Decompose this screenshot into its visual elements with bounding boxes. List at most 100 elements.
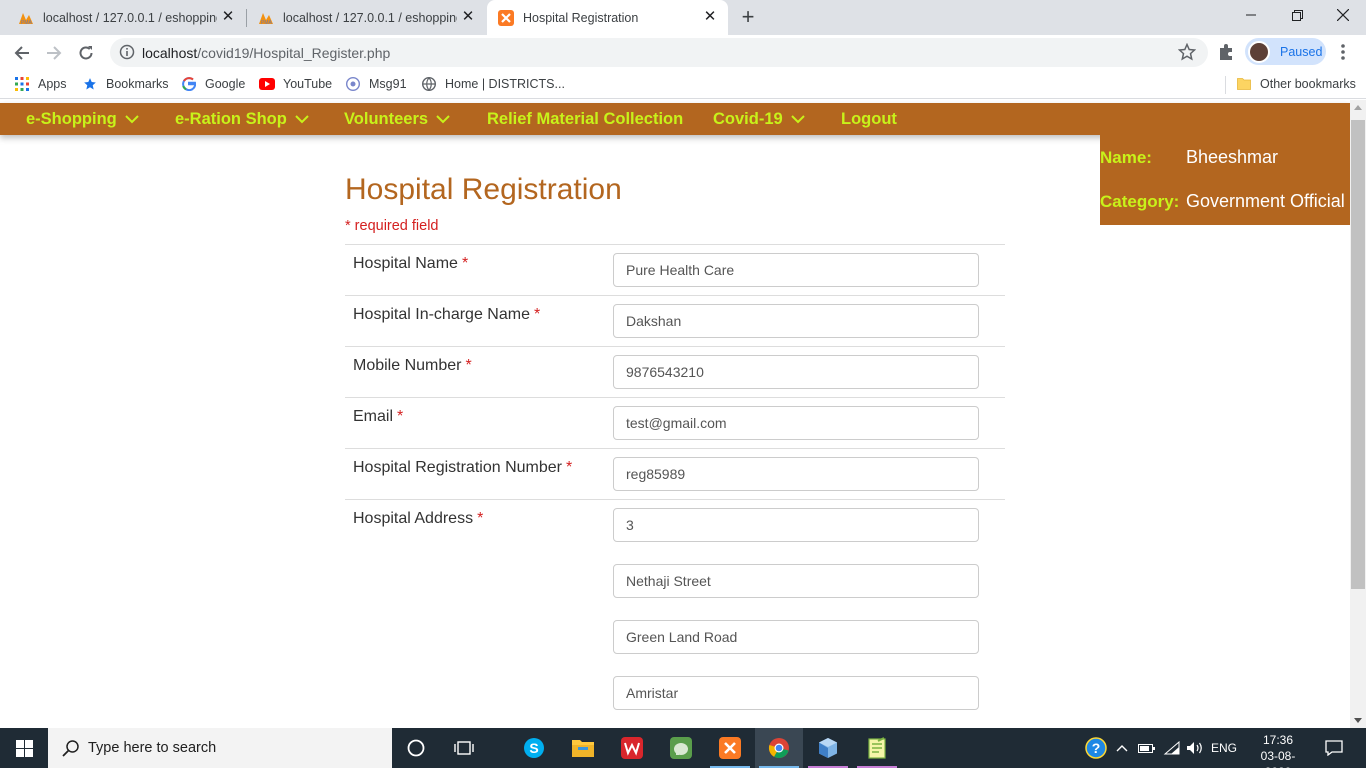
scroll-up-arrow-icon[interactable] xyxy=(1354,105,1362,110)
minimize-button[interactable] xyxy=(1228,0,1274,30)
volume-icon[interactable] xyxy=(1185,728,1205,768)
hospital-name-input[interactable] xyxy=(613,253,979,287)
restore-button[interactable] xyxy=(1274,0,1320,30)
skype-taskbar-button[interactable]: S xyxy=(510,728,558,768)
nav-label: Relief Material Collection xyxy=(487,110,684,128)
close-window-button[interactable] xyxy=(1320,0,1366,30)
new-tab-button[interactable]: + xyxy=(737,6,759,29)
system-clock[interactable]: 17:36 03-08-2020 xyxy=(1250,732,1306,768)
taskbar-search[interactable]: Type here to search xyxy=(48,728,392,768)
bookmark-msg91[interactable]: Msg91 xyxy=(345,76,407,92)
close-icon[interactable]: ✕ xyxy=(460,9,476,25)
svg-text:S: S xyxy=(529,740,538,756)
required-asterisk: * xyxy=(565,459,573,476)
incharge-name-input[interactable] xyxy=(613,304,979,338)
profile-status: Paused xyxy=(1280,44,1323,59)
bookmarks-divider xyxy=(1225,76,1226,94)
mobile-number-input[interactable] xyxy=(613,355,979,389)
more-menu-icon[interactable] xyxy=(1336,42,1350,62)
label-text: Hospital Address xyxy=(353,510,474,527)
info-icon[interactable] xyxy=(119,44,135,60)
apps-grid-icon xyxy=(14,76,30,92)
notepad-plus-taskbar-button[interactable] xyxy=(853,728,901,768)
task-view-button[interactable] xyxy=(440,728,488,768)
browser-toolbar: localhost/covid19/Hospital_Register.php xyxy=(0,35,1366,69)
tab-eshopping-1[interactable]: PMA localhost / 127.0.0.1 / eshopping ✕ xyxy=(0,0,246,35)
chrome-taskbar-button[interactable] xyxy=(755,728,803,768)
profile-button[interactable]: Paused xyxy=(1245,38,1326,65)
required-asterisk: * xyxy=(465,357,472,374)
address-line-3-input[interactable] xyxy=(613,620,979,654)
nav-volunteers[interactable]: Volunteers xyxy=(344,103,450,135)
other-bookmarks[interactable]: Other bookmarks xyxy=(1236,76,1356,92)
language-indicator[interactable]: ENG xyxy=(1208,728,1240,768)
nav-logout[interactable]: Logout xyxy=(841,103,897,135)
help-tray-icon[interactable]: ? xyxy=(1084,728,1108,768)
bookmark-youtube[interactable]: YouTube xyxy=(259,76,332,92)
registration-number-input[interactable] xyxy=(613,457,979,491)
tab-hospital-registration[interactable]: Hospital Registration ✕ xyxy=(487,0,728,35)
form-row-incharge-name: Hospital In-charge Name * xyxy=(345,295,1005,346)
globe-icon xyxy=(421,76,437,92)
start-button[interactable] xyxy=(0,728,48,768)
arrow-left-icon xyxy=(14,46,29,60)
url-path: /covid19/Hospital_Register.php xyxy=(197,45,391,61)
form-row-registration-number: Hospital Registration Number * xyxy=(345,448,1005,499)
tab-eshopping-2[interactable]: PMA localhost / 127.0.0.1 / eshopping ✕ xyxy=(240,0,486,35)
nav-e-shopping[interactable]: e-Shopping xyxy=(26,103,139,135)
bookmark-google[interactable]: Google xyxy=(181,76,245,92)
scrollbar-thumb[interactable] xyxy=(1351,120,1365,589)
chevron-down-icon xyxy=(790,115,805,124)
bookmark-districts[interactable]: Home | DISTRICTS... xyxy=(421,76,565,92)
chevron-down-icon xyxy=(295,115,309,124)
user-name-label: Name: xyxy=(1100,148,1152,167)
elephant-app-icon xyxy=(670,737,692,759)
address-line-1-input[interactable] xyxy=(613,508,979,542)
email-input[interactable] xyxy=(613,406,979,440)
label-text: Email xyxy=(353,408,394,425)
url-host: localhost xyxy=(142,45,198,61)
nav-covid-19[interactable]: Covid-19 xyxy=(713,103,805,135)
scroll-down-arrow-icon[interactable] xyxy=(1354,718,1362,723)
google-icon xyxy=(181,76,197,92)
user-info-panel: Name: Bheeshmar Category: Government Off… xyxy=(1100,135,1350,225)
evernote-taskbar-button[interactable] xyxy=(657,728,705,768)
cortana-button[interactable] xyxy=(392,728,440,768)
clock-date: 03-08-2020 xyxy=(1260,749,1296,768)
reload-button[interactable] xyxy=(72,39,100,67)
battery-icon[interactable] xyxy=(1137,728,1157,768)
required-asterisk: * xyxy=(533,306,541,323)
nav-relief-material-collection[interactable]: Relief Material Collection xyxy=(487,103,683,135)
virtualbox-taskbar-button[interactable] xyxy=(804,728,852,768)
phpmyadmin-icon: PMA xyxy=(18,10,34,26)
nav-e-ration-shop[interactable]: e-Ration Shop xyxy=(175,103,309,135)
file-explorer-taskbar-button[interactable] xyxy=(559,728,607,768)
close-icon[interactable]: ✕ xyxy=(220,9,236,25)
address-line-2-input[interactable] xyxy=(613,564,979,598)
chevron-up-icon[interactable] xyxy=(1114,728,1130,768)
bookmark-star-icon[interactable] xyxy=(1178,43,1196,61)
address-line-4-input[interactable] xyxy=(613,676,979,710)
address-bar[interactable]: localhost/covid19/Hospital_Register.php xyxy=(110,38,1208,67)
chevron-down-icon xyxy=(436,115,450,124)
notepad-plus-icon xyxy=(868,737,886,759)
wifi-icon[interactable] xyxy=(1162,728,1182,768)
bookmarks-bar: Apps Bookmarks Google YouTube Msg91 Home… xyxy=(0,69,1366,99)
bookmark-apps[interactable]: Apps xyxy=(14,76,67,92)
bookmark-bookmarks[interactable]: Bookmarks xyxy=(82,76,169,92)
wps-office-taskbar-button[interactable] xyxy=(608,728,656,768)
forward-button[interactable] xyxy=(40,39,68,67)
box-3d-icon xyxy=(819,738,837,758)
required-asterisk: * xyxy=(477,510,484,527)
extensions-puzzle-icon[interactable] xyxy=(1216,42,1236,62)
avatar xyxy=(1248,40,1270,63)
close-icon[interactable]: ✕ xyxy=(702,9,718,25)
page-scrollbar[interactable] xyxy=(1350,100,1366,728)
back-button[interactable] xyxy=(8,39,36,67)
site-navbar: e-Shopping e-Ration Shop Volunteers Reli… xyxy=(0,103,1350,135)
bookmark-label: YouTube xyxy=(283,77,333,91)
field-label: Hospital Registration Number * xyxy=(353,459,572,477)
notification-icon[interactable] xyxy=(1320,728,1348,768)
xampp-taskbar-button[interactable] xyxy=(706,728,754,768)
wps-office-icon xyxy=(621,737,643,759)
